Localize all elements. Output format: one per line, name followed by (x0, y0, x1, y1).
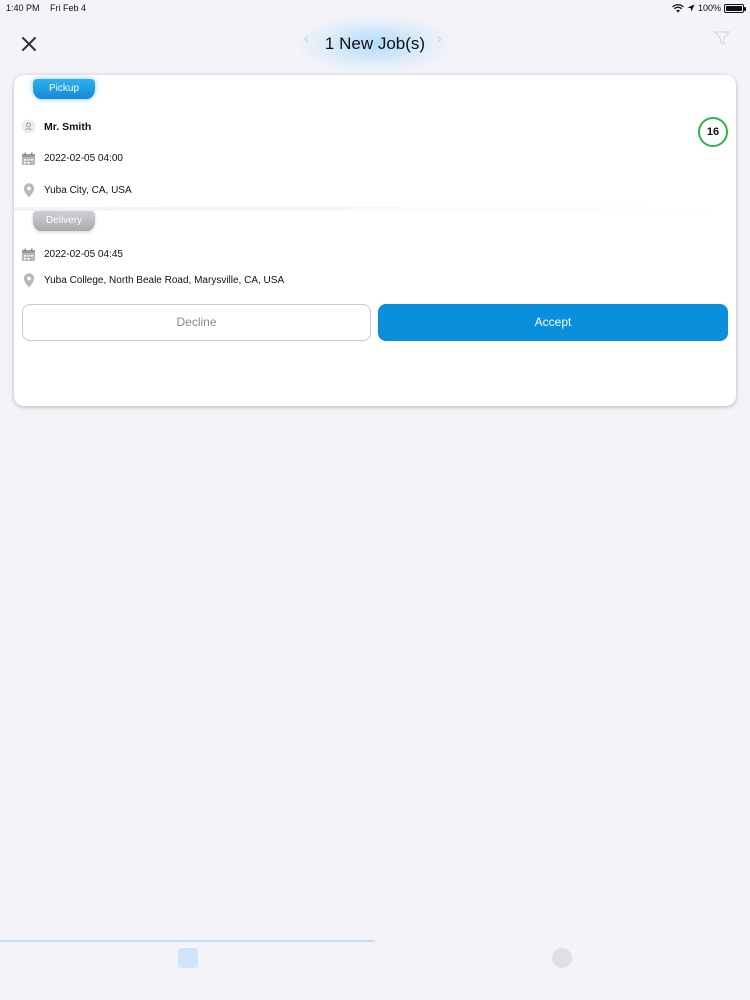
map-pin-icon (21, 183, 36, 198)
map-pin-icon (21, 273, 36, 288)
count-badge: 16 (698, 117, 728, 147)
battery-percent: 100% (697, 3, 721, 13)
delivery-date-row: 2022-02-05 04:45 (21, 247, 123, 262)
status-bar: 1:40 PM Fri Feb 4 100% (0, 0, 750, 16)
header: ‹ › 1 New Job(s) (0, 16, 750, 72)
tab-jobs[interactable] (158, 948, 218, 971)
delivery-tag: Delivery (33, 211, 95, 231)
location-arrow-icon (687, 4, 695, 12)
customer-name: Mr. Smith (44, 120, 92, 133)
filter-icon[interactable] (712, 28, 732, 48)
pickup-datetime: 2022-02-05 04:00 (44, 153, 123, 164)
page-title: 1 New Job(s) (324, 34, 426, 53)
accept-button[interactable]: Accept (378, 304, 728, 341)
delivery-datetime: 2022-02-05 04:45 (44, 249, 123, 260)
status-left: 1:40 PM Fri Feb 4 (6, 3, 94, 13)
status-right: 100% (672, 3, 746, 13)
person-icon (21, 119, 36, 134)
bottom-tab-bar (0, 940, 750, 1000)
status-time: 1:40 PM (6, 3, 40, 13)
tab-indicator (0, 940, 375, 942)
decline-button[interactable]: Decline (22, 304, 371, 341)
wifi-icon (672, 3, 684, 12)
status-date: Fri Feb 4 (50, 3, 87, 13)
customer-row: Mr. Smith (21, 119, 91, 134)
calendar-icon (21, 151, 36, 166)
pickup-location: Yuba City, CA, USA (44, 185, 132, 196)
job-card[interactable]: Pickup Mr. Smith 16 2022-02-05 04:00 Yub… (14, 75, 736, 406)
jobs-icon (178, 948, 198, 968)
battery-icon (724, 3, 746, 13)
calendar-icon (21, 247, 36, 262)
section-divider (14, 207, 736, 211)
delivery-location-row: Yuba College, North Beale Road, Marysvil… (21, 273, 284, 288)
pickup-tag: Pickup (33, 79, 95, 99)
pickup-location-row: Yuba City, CA, USA (21, 183, 132, 198)
delivery-location: Yuba College, North Beale Road, Marysvil… (44, 275, 285, 286)
tab-map[interactable] (532, 948, 592, 971)
map-icon (552, 948, 572, 968)
pickup-date-row: 2022-02-05 04:00 (21, 151, 123, 166)
